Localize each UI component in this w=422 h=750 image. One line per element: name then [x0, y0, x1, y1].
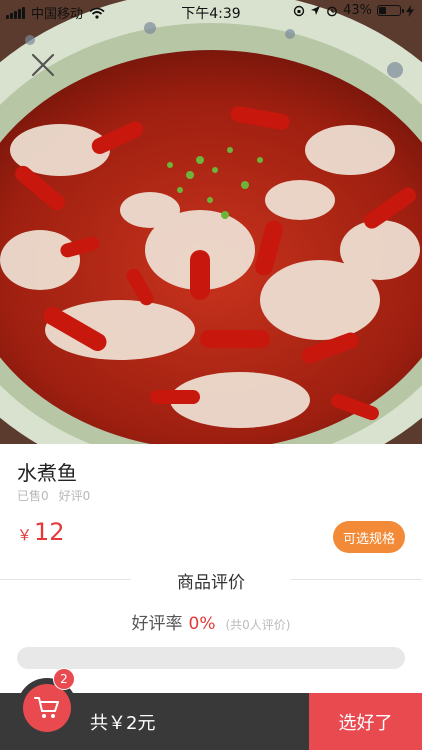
rating-label: 好评率 [131, 614, 183, 634]
cart-count-badge: 2 [53, 668, 75, 690]
rating-progress-bar [17, 647, 405, 669]
cart-total: 共￥2元 [90, 713, 156, 734]
cart-icon-circle [23, 684, 71, 732]
status-bar: 中国移动 下午4:39 43% [0, 0, 422, 24]
shopping-cart-icon [34, 697, 59, 718]
review-section-header: 商品评价 [0, 568, 422, 593]
orientation-lock-icon [293, 5, 305, 16]
sold-count: 已售0 [17, 489, 49, 503]
review-title: 商品评价 [131, 568, 291, 593]
location-icon [311, 6, 321, 15]
good-review-count: 好评0 [58, 489, 91, 503]
price-amount: 12 [34, 518, 65, 546]
charging-icon [406, 4, 414, 17]
rating-percent: 0% [188, 614, 216, 634]
product-name: 水煮鱼 [17, 461, 77, 485]
alarm-icon [327, 6, 337, 16]
close-button[interactable] [28, 50, 58, 80]
confirm-selection-button[interactable]: 选好了 [309, 693, 422, 750]
product-stats: 已售0 好评0 [17, 487, 90, 504]
battery-icon [377, 5, 404, 16]
rating-summary: 好评率 0% (共0人评价) [0, 609, 422, 634]
select-spec-button[interactable]: 可选规格 [333, 521, 405, 553]
product-price: ￥ 12 [17, 518, 65, 546]
status-right: 43% [293, 3, 414, 18]
battery-percent: 43% [343, 3, 372, 18]
dish-photo [0, 0, 422, 444]
price-currency: ￥ [17, 526, 33, 544]
product-image [0, 0, 422, 444]
close-icon [31, 53, 55, 77]
rating-count: (共0人评价) [225, 618, 291, 632]
